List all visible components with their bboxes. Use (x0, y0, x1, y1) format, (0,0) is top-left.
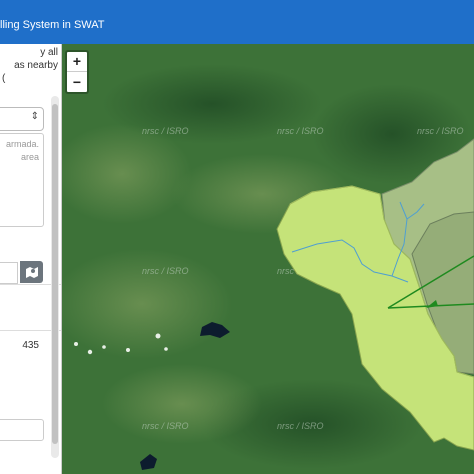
help-text: y all as nearby ( (0, 46, 58, 85)
cloud-spot (126, 348, 130, 352)
satellite-map[interactable]: nrsc / ISRO nrsc / ISRO nrsc / ISRO nrsc… (62, 44, 474, 474)
map-watermark: nrsc / ISRO (277, 421, 324, 431)
app-title: lling System in SWAT (0, 19, 105, 31)
app-header: lling System in SWAT (0, 0, 474, 44)
map-watermark: nrsc / ISRO (277, 126, 324, 136)
zoom-control: + − (65, 50, 89, 94)
textarea-line: armada. (5, 139, 39, 149)
cloud-spot (164, 347, 168, 351)
terrain-patch (102, 364, 262, 444)
bottom-input[interactable] (0, 419, 44, 441)
sidebar-scrollbar[interactable] (51, 96, 59, 458)
map-watermark: nrsc / ISRO (142, 126, 189, 136)
cloud-spot (87, 349, 93, 355)
up-down-arrow-icon: ⇕ (30, 111, 39, 122)
map-watermark: nrsc / ISRO (142, 266, 189, 276)
value-text: 435 (22, 340, 39, 351)
textarea-line: area (20, 152, 39, 162)
map-watermark: nrsc / ISRO (417, 126, 464, 136)
map-icon (26, 267, 38, 278)
cloud-spot (155, 333, 161, 339)
map-watermark: nrsc / ISRO (142, 421, 189, 431)
help-line: y all (40, 47, 58, 58)
location-input[interactable] (0, 262, 18, 284)
zoom-in-button[interactable]: + (67, 52, 87, 72)
description-textarea[interactable]: armada. area (0, 133, 44, 227)
help-line: as nearby (14, 60, 58, 71)
select-dropdown[interactable]: ⇕ (0, 107, 44, 131)
cloud-spot (102, 345, 106, 349)
scrollbar-thumb[interactable] (52, 104, 58, 444)
cloud-spot (74, 342, 78, 346)
map-view[interactable]: nrsc / ISRO nrsc / ISRO nrsc / ISRO nrsc… (62, 44, 474, 474)
map-picker-button[interactable] (20, 261, 43, 283)
zoom-out-button[interactable]: − (67, 72, 87, 92)
help-line: ( (2, 73, 6, 84)
sidebar-panel: y all as nearby ( ⇕ armada. area 435 (0, 44, 62, 474)
